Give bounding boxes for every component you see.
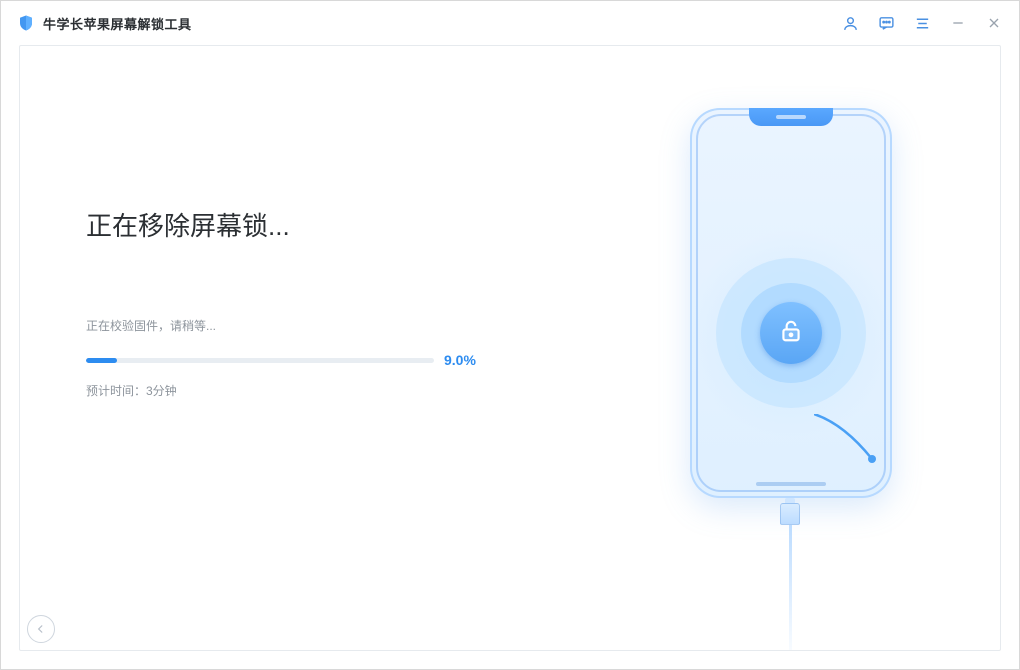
phone-illustration <box>680 68 900 628</box>
progress-bar <box>86 358 434 363</box>
content-panel: 正在移除屏幕锁... 正在校验固件，请稍等... 9.0% 预计时间：3分钟 <box>19 45 1001 651</box>
titlebar: 牛学长苹果屏幕解锁工具 <box>1 1 1019 45</box>
phone-body <box>690 108 892 498</box>
title-left: 牛学长苹果屏幕解锁工具 <box>17 14 192 33</box>
illustration-pane <box>580 46 1000 650</box>
menu-icon[interactable] <box>913 14 931 32</box>
minimize-icon[interactable] <box>949 14 967 32</box>
feedback-icon[interactable] <box>877 14 895 32</box>
eta-text: 预计时间：3分钟 <box>86 382 580 399</box>
cable-illustration <box>780 498 800 651</box>
app-title: 牛学长苹果屏幕解锁工具 <box>43 14 192 33</box>
left-pane: 正在移除屏幕锁... 正在校验固件，请稍等... 9.0% 预计时间：3分钟 <box>20 46 580 650</box>
title-controls <box>841 14 1003 32</box>
app-logo-icon <box>17 14 35 32</box>
sonar-tail-icon <box>814 414 894 479</box>
progress-fill <box>86 358 117 363</box>
progress-percent-label: 9.0% <box>444 352 476 368</box>
unlock-icon <box>778 318 804 349</box>
sonar-rings <box>686 228 896 438</box>
account-icon[interactable] <box>841 14 859 32</box>
home-indicator <box>756 482 826 486</box>
status-text: 正在校验固件，请稍等... <box>86 317 580 334</box>
close-icon[interactable] <box>985 14 1003 32</box>
phone-notch <box>749 108 833 126</box>
progress-row: 9.0% <box>86 352 580 368</box>
main-heading: 正在移除屏幕锁... <box>86 206 580 243</box>
back-button[interactable] <box>27 615 55 643</box>
